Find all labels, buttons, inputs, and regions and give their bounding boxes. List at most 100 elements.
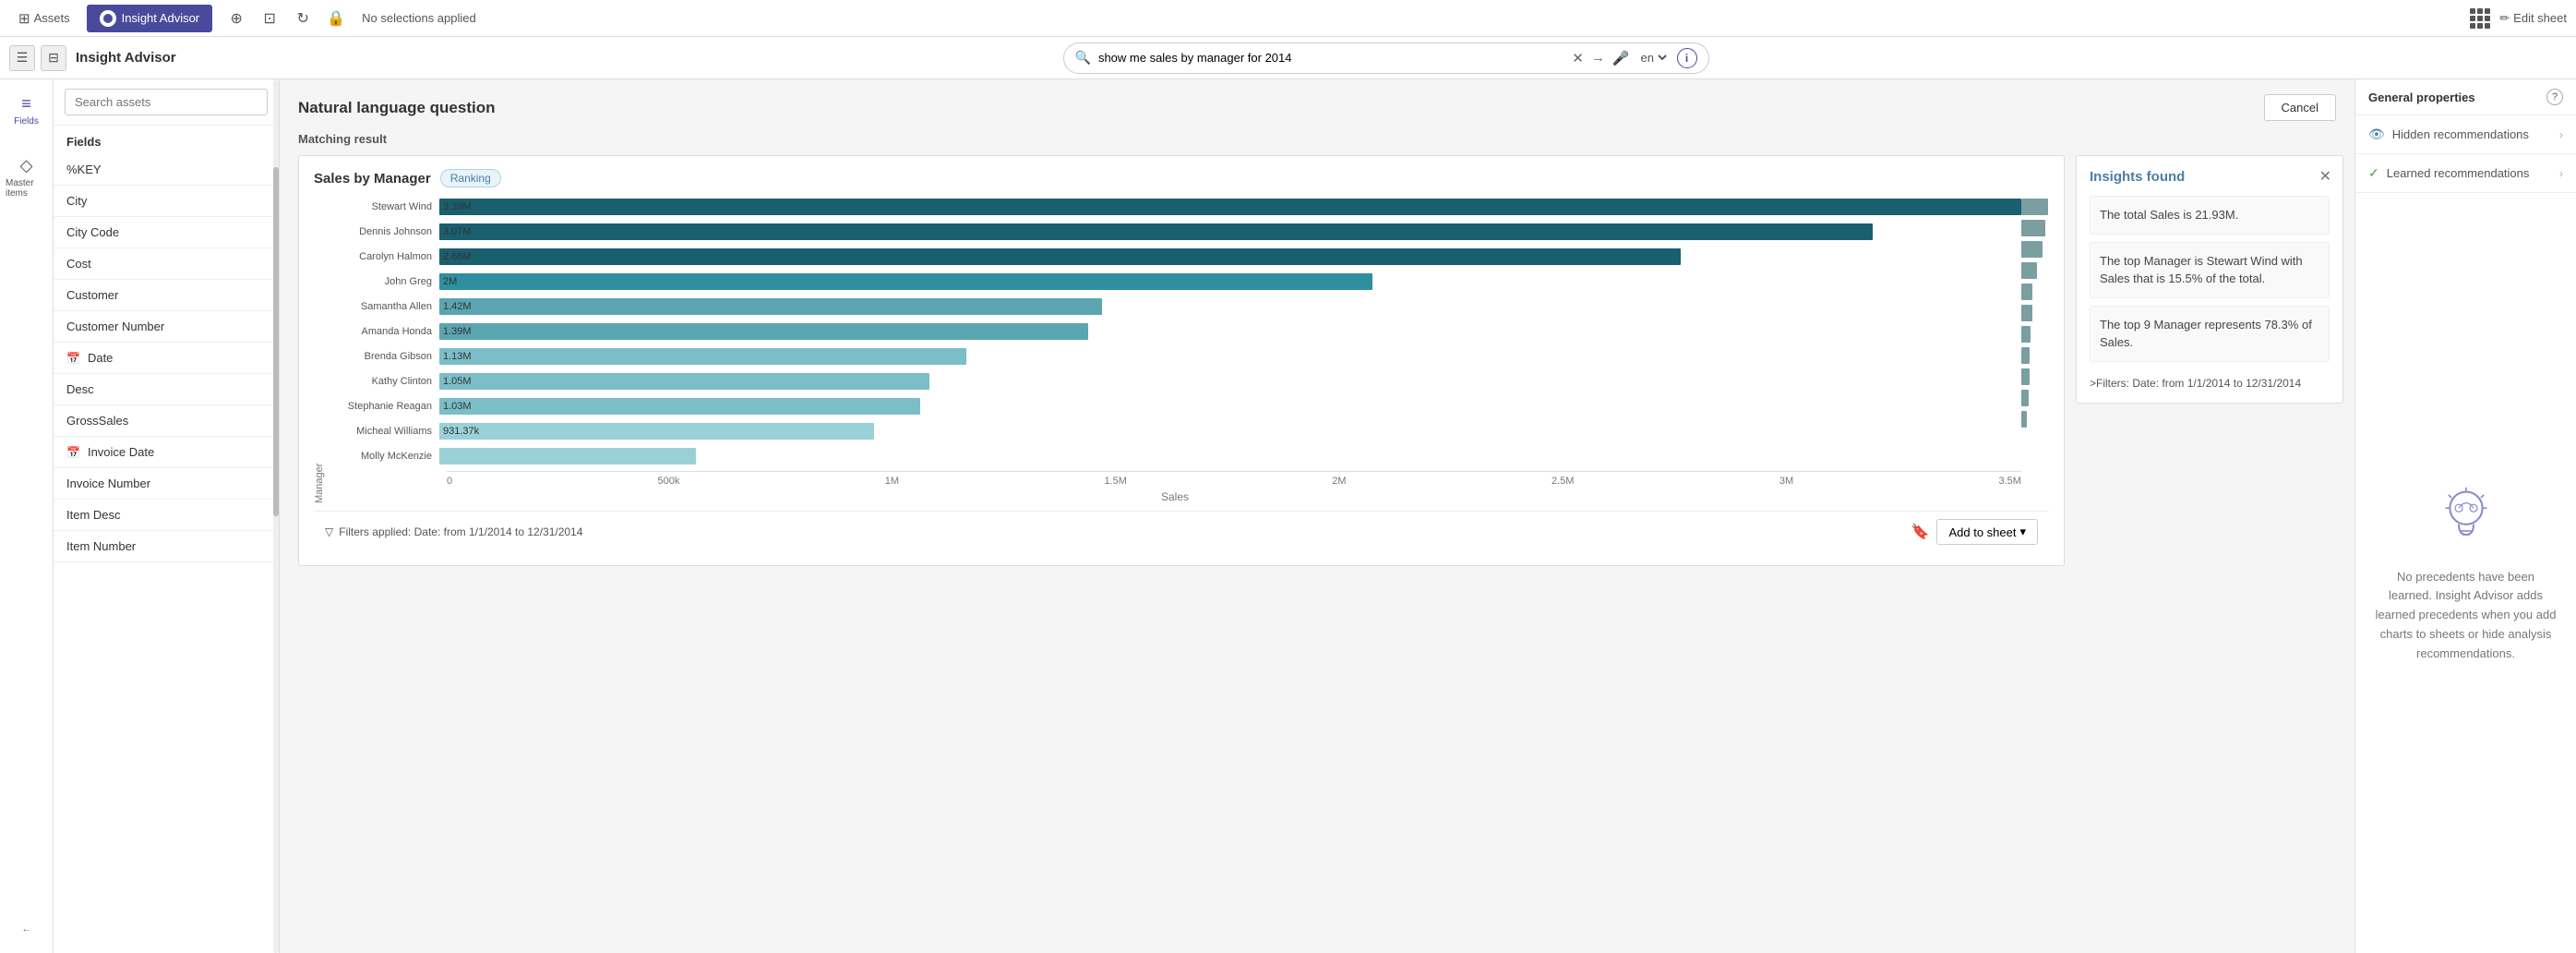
help-btn[interactable]: ? [2546, 89, 2563, 105]
right-panel-title: General properties [2368, 90, 2475, 104]
field-item[interactable]: GrossSales [54, 405, 279, 437]
field-item[interactable]: Item Desc [54, 500, 279, 531]
fields-search-input[interactable] [65, 89, 268, 115]
bar-row: Brenda Gibson 1.13M [329, 346, 2021, 367]
bar-row: Samantha Allen 1.42M [329, 296, 2021, 317]
field-item[interactable]: %KEY [54, 154, 279, 186]
mini-bar [2021, 326, 2031, 343]
hidden-recommendations-item[interactable]: 👁 Hidden recommendations › [2355, 115, 2576, 154]
submit-search-btn[interactable]: → [1591, 50, 1605, 66]
insight-card: The top Manager is Stewart Wind with Sal… [2090, 242, 2330, 298]
assets-label: Assets [34, 11, 70, 25]
fields-label: Fields [14, 116, 39, 127]
mini-bar [2021, 305, 2032, 321]
content-middle: Sales by Manager Ranking Manager Stewart… [280, 155, 2354, 953]
language-select[interactable]: en [1637, 50, 1670, 66]
fields-search-area [54, 79, 279, 126]
x-label: 0 [447, 476, 452, 487]
y-axis-title: Manager [314, 197, 329, 503]
bar: 1.05M [439, 373, 929, 390]
bar-label: Amanda Honda [329, 326, 439, 337]
bar-label: Samantha Allen [329, 301, 439, 312]
bar-label: Molly McKenzie [329, 451, 439, 462]
insight-card: The total Sales is 21.93M. [2090, 196, 2330, 235]
bar-row: Micheal Williams 931.37k [329, 421, 2021, 441]
right-panel-header: General properties ? [2355, 79, 2576, 115]
bar-wrap: 931.37k [439, 423, 2021, 440]
master-icon: ◇ [20, 156, 33, 175]
search-icon-btn[interactable]: ⊕ [223, 6, 249, 31]
x-label: 3.5M [1999, 476, 2021, 487]
fields-list: %KEYCityCity CodeCostCustomerCustomer Nu… [54, 154, 279, 953]
bar: 3.39M [439, 199, 2021, 215]
top-bar: ⊞ Assets Insight Advisor ⊕ ⊡ ↻ 🔒 No sele… [0, 0, 2576, 37]
bar-value: 1.42M [443, 301, 472, 312]
field-name: GrossSales [66, 414, 128, 428]
fields-icon: ≡ [21, 94, 31, 114]
add-to-sheet-btn[interactable]: Add to sheet ▾ [1936, 519, 2038, 545]
edit-sheet-btn[interactable]: ✏ Edit sheet [2499, 11, 2567, 26]
assets-tab[interactable]: ⊞ Assets [9, 10, 79, 27]
insight-card: The top 9 Manager represents 78.3% of Sa… [2090, 306, 2330, 362]
bar-value: 1.39M [443, 326, 472, 337]
learned-recommendations-item[interactable]: ✓ Learned recommendations › [2355, 154, 2576, 193]
panel-icon-1[interactable]: ☰ [9, 45, 35, 71]
lock-icon-btn[interactable]: 🔒 [323, 6, 349, 31]
bar-row: Stewart Wind 3.39M [329, 197, 2021, 217]
field-name: Desc [66, 382, 94, 396]
bar-wrap: 1.05M [439, 373, 2021, 390]
add-sheet-chevron: ▾ [2019, 525, 2026, 539]
expand-icon-btn[interactable]: ⊡ [257, 6, 282, 31]
field-item[interactable]: 📅Date [54, 343, 279, 374]
chart-card: Sales by Manager Ranking Manager Stewart… [298, 155, 2065, 566]
field-item[interactable]: Invoice Number [54, 468, 279, 500]
collapse-sidebar-btn[interactable]: ← [17, 919, 37, 940]
field-item[interactable]: Desc [54, 374, 279, 405]
rotate-icon-btn[interactable]: ↻ [290, 6, 316, 31]
bar-label: Kathy Clinton [329, 376, 439, 387]
mic-btn[interactable]: 🎤 [1612, 50, 1630, 66]
chart-insights-wrap: Sales by Manager Ranking Manager Stewart… [280, 155, 2354, 944]
insights-title: Insights found [2090, 169, 2330, 185]
info-btn[interactable]: i [1677, 48, 1697, 68]
grid-view-icon[interactable] [2470, 8, 2490, 29]
panel-icon-2[interactable]: ⊟ [41, 45, 66, 71]
sidebar-item-master[interactable]: ◇ Master items [0, 151, 53, 204]
mini-bar [2021, 368, 2030, 385]
bar-row: Dennis Johnson 3.07M [329, 222, 2021, 242]
bar-chart: Stewart Wind 3.39M Dennis Johnson 3.07M … [329, 197, 2021, 466]
bookmark-btn[interactable]: 🔖 [1911, 523, 1930, 541]
hidden-rec-label: Hidden recommendations [2392, 127, 2529, 141]
x-label: 2.5M [1552, 476, 1574, 487]
bar-row: Kathy Clinton 1.05M [329, 371, 2021, 392]
field-item[interactable]: City Code [54, 217, 279, 248]
add-sheet-label: Add to sheet [1948, 525, 2016, 539]
content-header: Natural language question Cancel [280, 79, 2354, 128]
field-item[interactable]: Customer [54, 280, 279, 311]
cancel-button[interactable]: Cancel [2264, 94, 2336, 121]
close-insights-btn[interactable]: ✕ [2319, 167, 2331, 186]
mini-bars [2021, 197, 2049, 503]
field-item[interactable]: Cost [54, 248, 279, 280]
bar-wrap [439, 448, 2021, 464]
hidden-rec-chevron: › [2559, 128, 2563, 141]
field-item[interactable]: City [54, 186, 279, 217]
field-item[interactable]: 📅Invoice Date [54, 437, 279, 468]
insight-advisor-tab[interactable]: Insight Advisor [87, 5, 213, 32]
bar-label: Stephanie Reagan [329, 401, 439, 412]
bar-wrap: 2.66M [439, 248, 2021, 265]
bar: 2M [439, 273, 1372, 290]
clear-search-btn[interactable]: ✕ [1572, 50, 1584, 66]
content-title: Natural language question [298, 99, 495, 117]
x-axis-title: Sales [329, 490, 2021, 503]
calendar-icon: 📅 [66, 446, 80, 459]
mini-bar [2021, 283, 2032, 300]
bar-row: John Greg 2M [329, 271, 2021, 292]
field-item[interactable]: Item Number [54, 531, 279, 562]
search-input[interactable] [1098, 51, 1564, 65]
sidebar-item-fields[interactable]: ≡ Fields [8, 89, 44, 132]
insight-dot [100, 10, 116, 27]
toolbar-icons: ⊕ ⊡ ↻ 🔒 [223, 6, 349, 31]
field-item[interactable]: Customer Number [54, 311, 279, 343]
fields-scrollbar[interactable] [273, 79, 279, 953]
